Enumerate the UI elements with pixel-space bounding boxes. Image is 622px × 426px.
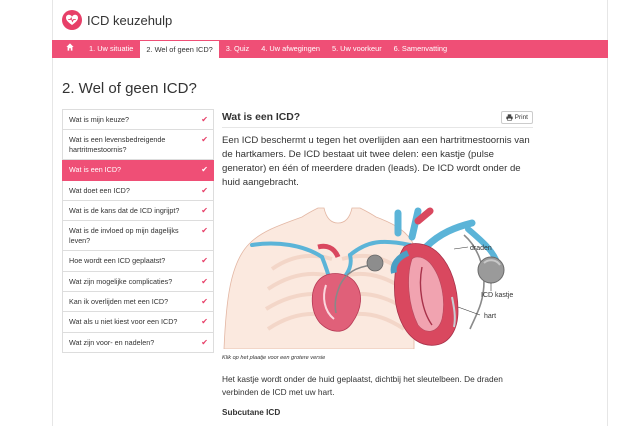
check-icon: ✔ bbox=[201, 317, 208, 327]
sidebar-item-label: Wat is de invloed op mijn dagelijks leve… bbox=[69, 226, 179, 245]
sidebar-item-label: Wat is mijn keuze? bbox=[69, 115, 130, 124]
image-caption: Klik op het plaatje voor een grotere ver… bbox=[222, 355, 326, 361]
label-icd-kastje: ICD kastje bbox=[481, 292, 513, 299]
sidebar-item-niet-kiest-icd[interactable]: Wat als u niet kiest voor een ICD? ✔ bbox=[62, 312, 214, 333]
sidebar-nav: Wat is mijn keuze? ✔ Wat is een levensbed… bbox=[62, 109, 214, 354]
sidebar-item-kans-icd-ingrijpt[interactable]: Wat is de kans dat de ICD ingrijpt? ✔ bbox=[62, 201, 214, 222]
nav-tab-quiz[interactable]: 3. Quiz bbox=[220, 40, 255, 58]
content-panel: Wat is een ICD? Print Een ICD beschermt … bbox=[222, 108, 533, 417]
sidebar-item-wat-is-mijn-keuze[interactable]: Wat is mijn keuze? ✔ bbox=[62, 109, 214, 131]
check-icon: ✔ bbox=[201, 206, 208, 216]
sidebar-item-label: Hoe wordt een ICD geplaatst? bbox=[69, 256, 166, 266]
check-icon: ✔ bbox=[201, 226, 208, 236]
nav-tab-uw-situatie[interactable]: 1. Uw situatie bbox=[83, 40, 139, 58]
check-icon: ✔ bbox=[201, 115, 208, 124]
sidebar-item-label: Wat doet een ICD? bbox=[69, 185, 130, 195]
print-label: Print bbox=[514, 114, 528, 121]
sidebar-item-label: Wat zijn voor- en nadelen? bbox=[69, 337, 155, 347]
label-hart: hart bbox=[484, 313, 496, 320]
sidebar-item-wat-is-een-icd[interactable]: Wat is een ICD? ✔ bbox=[62, 160, 214, 181]
check-icon: ✔ bbox=[201, 185, 208, 195]
sidebar-item-label: Wat zijn mogelijke complicaties? bbox=[69, 276, 173, 286]
brand[interactable]: ICD keuzehulp bbox=[62, 9, 172, 31]
home-icon[interactable] bbox=[52, 40, 83, 58]
nav-tab-samenvatting[interactable]: 6. Samenvatting bbox=[388, 40, 453, 58]
sidebar-item-label: Wat is een levensbedreigende hartritmest… bbox=[69, 135, 166, 154]
sidebar-item-invloed-dagelijks-leven[interactable]: Wat is de invloed op mijn dagelijks leve… bbox=[62, 221, 214, 252]
nav-tab-uw-voorkeur[interactable]: 5. Uw voorkeur bbox=[326, 40, 388, 58]
printer-icon bbox=[505, 114, 513, 121]
heart-logo-icon bbox=[62, 10, 82, 30]
sidebar-item-overlijden-met-icd[interactable]: Kan ik overlijden met een ICD? ✔ bbox=[62, 292, 214, 313]
page-title: 2. Wel of geen ICD? bbox=[62, 80, 197, 97]
sidebar-item-levensbedreigende-hartritmestoornis[interactable]: Wat is een levensbedreigende hartritmest… bbox=[62, 130, 214, 161]
check-icon: ✔ bbox=[201, 256, 208, 266]
brand-name: ICD keuzehulp bbox=[87, 12, 173, 28]
nav-tab-wel-of-geen-icd[interactable]: 2. Wel of geen ICD? bbox=[139, 40, 220, 58]
sidebar-item-label: Wat is een ICD? bbox=[69, 165, 122, 175]
check-icon: ✔ bbox=[201, 165, 208, 175]
app-window: ICD keuzehulp 1. Uw situatie 2. Wel of g… bbox=[0, 0, 622, 426]
sidebar-item-label: Wat als u niet kiest voor een ICD? bbox=[69, 317, 178, 327]
content-header: Wat is een ICD? Print bbox=[222, 108, 533, 128]
print-button[interactable]: Print bbox=[500, 111, 533, 124]
content-title: Wat is een ICD? bbox=[222, 112, 301, 123]
sidebar-item-icd-geplaatst[interactable]: Hoe wordt een ICD geplaatst? ✔ bbox=[62, 251, 214, 272]
body-text: Het kastje wordt onder de huid geplaatst… bbox=[222, 374, 503, 397]
label-draden: draden bbox=[470, 245, 492, 252]
main-navbar: 1. Uw situatie 2. Wel of geen ICD? 3. Qu… bbox=[52, 40, 608, 58]
icd-illustration[interactable]: draden ICD kastje hart bbox=[222, 207, 533, 349]
sidebar-item-complicaties[interactable]: Wat zijn mogelijke complicaties? ✔ bbox=[62, 271, 214, 293]
sidebar-item-label: Kan ik overlijden met een ICD? bbox=[69, 297, 169, 307]
sidebar-item-label: Wat is de kans dat de ICD ingrijpt? bbox=[69, 206, 180, 216]
check-icon: ✔ bbox=[201, 337, 208, 347]
sidebar-item-voor-en-nadelen[interactable]: Wat zijn voor- en nadelen? ✔ bbox=[62, 332, 214, 354]
sidebar-item-wat-doet-een-icd[interactable]: Wat doet een ICD? ✔ bbox=[62, 180, 214, 202]
check-icon: ✔ bbox=[201, 135, 208, 145]
check-icon: ✔ bbox=[201, 297, 208, 307]
nav-tab-uw-afwegingen[interactable]: 4. Uw afwegingen bbox=[255, 40, 326, 58]
subheading-subcutane-icd: Subcutane ICD bbox=[222, 408, 281, 417]
intro-text: Een ICD beschermt u tegen het overlijden… bbox=[222, 135, 530, 188]
check-icon: ✔ bbox=[201, 276, 208, 286]
